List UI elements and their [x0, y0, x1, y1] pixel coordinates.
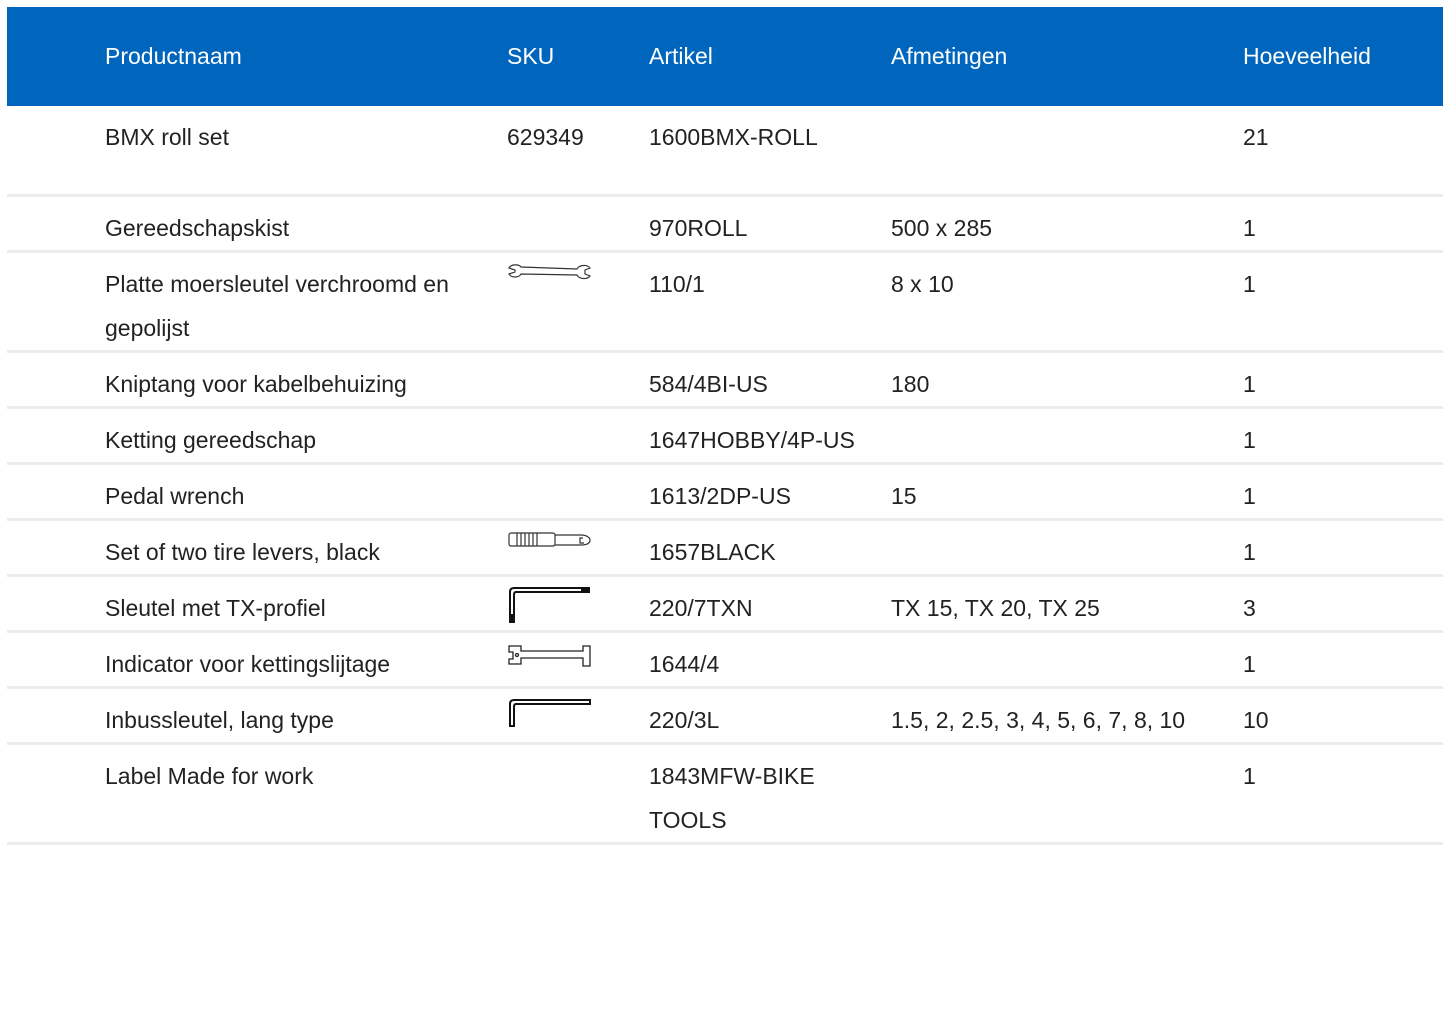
row-spacer [7, 351, 105, 409]
product-name-cell: Label Made for work [105, 743, 507, 845]
hex-key-icon [507, 698, 591, 738]
article-cell: 220/7TXN [649, 575, 891, 633]
table-row: BMX roll set 629349 1600BMX-ROLL 21 [7, 106, 1443, 197]
product-name-cell: Kniptang voor kabelbehuizing [105, 351, 507, 409]
quantity-cell: 3 [1243, 575, 1443, 633]
product-name-cell: Ketting gereedschap [105, 407, 507, 465]
table-row: Indicator voor kettingslijtage 1644/4 1 [7, 631, 1443, 689]
tire-lever-icon [507, 530, 591, 570]
product-name-cell: Sleutel met TX-profiel [105, 575, 507, 633]
quantity-cell: 1 [1243, 463, 1443, 521]
table-row: Platte moersleutel verchroomd en gepolij… [7, 251, 1443, 353]
row-spacer [7, 743, 105, 845]
row-spacer [7, 463, 105, 521]
sku-cell [507, 463, 649, 521]
sku-cell: 629349 [507, 106, 649, 197]
torx-key-icon [507, 586, 591, 626]
product-name-cell: Pedal wrench [105, 463, 507, 521]
dimensions-cell: 15 [891, 463, 1243, 521]
dimensions-cell [891, 631, 1243, 689]
row-spacer [7, 407, 105, 465]
header-artikel[interactable]: Artikel [649, 7, 891, 106]
open-end-wrench-icon [507, 262, 591, 302]
table-row: Label Made for work 1843MFW-BIKE TOOLS 1 [7, 743, 1443, 845]
table-row: Gereedschapskist 970ROLL 500 x 285 1 [7, 195, 1443, 253]
article-cell: 1647HOBBY/4P-US [649, 407, 891, 465]
product-name-cell: Set of two tire levers, black [105, 519, 507, 577]
sku-cell [507, 743, 649, 845]
dimensions-cell: 1.5, 2, 2.5, 3, 4, 5, 6, 7, 8, 10 [891, 687, 1243, 745]
header-spacer [7, 7, 105, 106]
article-cell: 1657BLACK [649, 519, 891, 577]
sku-cell [507, 251, 649, 353]
article-cell: 1613/2DP-US [649, 463, 891, 521]
table-row: Ketting gereedschap 1647HOBBY/4P-US 1 [7, 407, 1443, 465]
row-spacer [7, 251, 105, 353]
product-name-cell: Indicator voor kettingslijtage [105, 631, 507, 689]
dimensions-cell [891, 743, 1243, 845]
sku-cell [507, 351, 649, 409]
table-row: Set of two tire levers, black 1657BLACK 1 [7, 519, 1443, 577]
row-spacer [7, 519, 105, 577]
quantity-cell: 10 [1243, 687, 1443, 745]
article-cell: 110/1 [649, 251, 891, 353]
product-name-cell: Platte moersleutel verchroomd en gepolij… [105, 251, 507, 353]
dimensions-cell [891, 519, 1243, 577]
sku-cell [507, 631, 649, 689]
quantity-cell: 1 [1243, 631, 1443, 689]
row-spacer [7, 575, 105, 633]
row-spacer [7, 631, 105, 689]
quantity-cell: 1 [1243, 351, 1443, 409]
product-name-cell: Inbussleutel, lang type [105, 687, 507, 745]
row-spacer [7, 195, 105, 253]
table-body: BMX roll set 629349 1600BMX-ROLL 21 Gereedsc… [7, 106, 1443, 845]
article-cell: 1600BMX-ROLL [649, 106, 891, 197]
table-row: Sleutel met TX-profiel 220/7TXN TX 15, TX … [7, 575, 1443, 633]
dimensions-cell: TX 15, TX 20, TX 25 [891, 575, 1243, 633]
sku-cell [507, 195, 649, 253]
dimensions-cell [891, 407, 1243, 465]
dimensions-cell: 8 x 10 [891, 251, 1243, 353]
quantity-cell: 1 [1243, 407, 1443, 465]
article-cell: 1644/4 [649, 631, 891, 689]
chain-wear-indicator-icon [507, 642, 591, 682]
article-cell: 1843MFW-BIKE TOOLS [649, 743, 891, 845]
product-table: Productnaam SKU Artikel Afmetingen Hoeve… [7, 7, 1443, 845]
sku-cell [507, 687, 649, 745]
product-name-cell: Gereedschapskist [105, 195, 507, 253]
dimensions-cell: 180 [891, 351, 1243, 409]
dimensions-cell [891, 106, 1243, 197]
table-row: Inbussleutel, lang type 220/3L 1.5, 2, 2.5… [7, 687, 1443, 745]
quantity-cell: 1 [1243, 195, 1443, 253]
quantity-cell: 1 [1243, 743, 1443, 845]
product-name-cell: BMX roll set [105, 106, 507, 197]
sku-cell [507, 519, 649, 577]
row-spacer [7, 106, 105, 197]
article-cell: 220/3L [649, 687, 891, 745]
quantity-cell: 21 [1243, 106, 1443, 197]
table-row: Pedal wrench 1613/2DP-US 15 1 [7, 463, 1443, 521]
product-table-container: Productnaam SKU Artikel Afmetingen Hoeve… [7, 7, 1443, 845]
dimensions-cell: 500 x 285 [891, 195, 1243, 253]
sku-cell [507, 575, 649, 633]
article-cell: 970ROLL [649, 195, 891, 253]
sku-cell [507, 407, 649, 465]
table-header-row: Productnaam SKU Artikel Afmetingen Hoeve… [7, 7, 1443, 106]
article-cell: 584/4BI-US [649, 351, 891, 409]
header-hoeveelheid[interactable]: Hoeveelheid [1243, 7, 1443, 106]
header-afmetingen[interactable]: Afmetingen [891, 7, 1243, 106]
quantity-cell: 1 [1243, 519, 1443, 577]
quantity-cell: 1 [1243, 251, 1443, 353]
header-sku[interactable]: SKU [507, 7, 649, 106]
table-row: Kniptang voor kabelbehuizing 584/4BI-US 18… [7, 351, 1443, 409]
row-spacer [7, 687, 105, 745]
header-productnaam[interactable]: Productnaam [105, 7, 507, 106]
